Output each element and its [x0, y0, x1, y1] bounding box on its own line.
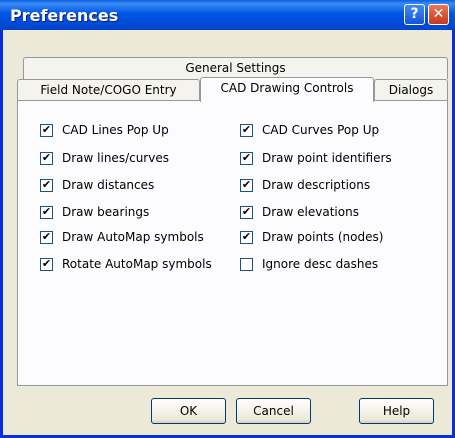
close-title-button[interactable]: ✕	[428, 4, 449, 25]
option-draw-distances[interactable]: ✔ Draw distances	[40, 177, 154, 193]
checkbox[interactable]: ✔	[40, 204, 53, 219]
tab-cad-drawing-controls[interactable]: CAD Drawing Controls	[200, 77, 374, 102]
option-draw-elevations[interactable]: ✔ Draw elevations	[240, 204, 359, 220]
checkbox[interactable]	[240, 257, 253, 271]
help-title-button[interactable]: ?	[404, 4, 425, 25]
option-label: Draw descriptions	[262, 178, 371, 192]
help-button[interactable]: Help	[359, 398, 434, 424]
checkbox[interactable]: ✔	[240, 150, 253, 165]
tab-field-note-cogo-entry[interactable]: Field Note/COGO Entry	[17, 79, 200, 101]
option-label: Draw points (nodes)	[262, 230, 384, 244]
help-icon: ?	[410, 6, 419, 22]
checkbox[interactable]: ✔	[240, 229, 253, 244]
checkbox[interactable]: ✔	[40, 229, 53, 244]
option-ignore-desc-dashes[interactable]: Ignore desc dashes	[240, 256, 378, 272]
option-label: Rotate AutoMap symbols	[62, 257, 212, 271]
option-label: Draw AutoMap symbols	[62, 230, 204, 244]
check-icon: ✔	[241, 177, 252, 191]
check-icon: ✔	[41, 150, 52, 164]
checkbox[interactable]: ✔	[240, 204, 253, 219]
check-icon: ✔	[41, 204, 52, 218]
option-cad-curves-pop-up[interactable]: ✔ CAD Curves Pop Up	[240, 122, 379, 138]
close-icon: ✕	[432, 6, 445, 22]
check-icon: ✔	[241, 229, 252, 243]
checkbox[interactable]: ✔	[240, 177, 253, 192]
checkbox[interactable]: ✔	[40, 150, 53, 165]
cancel-button[interactable]: Cancel	[236, 398, 311, 424]
option-label: CAD Lines Pop Up	[62, 123, 169, 137]
check-icon: ✔	[241, 204, 252, 218]
ok-button[interactable]: OK	[151, 398, 226, 424]
option-label: Ignore desc dashes	[262, 257, 379, 271]
tab-dialogs[interactable]: Dialogs	[374, 79, 448, 101]
checkbox[interactable]: ✔	[40, 256, 53, 271]
option-label: Draw elevations	[262, 205, 359, 219]
window-title: Preferences	[10, 6, 119, 25]
check-icon: ✔	[41, 229, 52, 243]
title-bar[interactable]: Preferences ? ✕	[0, 0, 455, 30]
option-draw-point-identifiers[interactable]: ✔ Draw point identifiers	[240, 150, 392, 166]
check-icon: ✔	[41, 122, 52, 136]
option-label: Draw distances	[62, 178, 155, 192]
option-draw-automap-symbols[interactable]: ✔ Draw AutoMap symbols	[40, 229, 204, 245]
option-label: Draw lines/curves	[62, 151, 169, 165]
option-draw-descriptions[interactable]: ✔ Draw descriptions	[240, 177, 370, 193]
option-label: CAD Curves Pop Up	[262, 123, 380, 137]
preferences-window: Preferences ? ✕ General Settings Field N…	[0, 0, 455, 438]
check-icon: ✔	[41, 256, 52, 270]
checkbox[interactable]: ✔	[40, 122, 53, 137]
option-draw-bearings[interactable]: ✔ Draw bearings	[40, 204, 149, 220]
option-label: Draw bearings	[62, 205, 150, 219]
tab-general-settings[interactable]: General Settings	[23, 57, 448, 79]
check-icon: ✔	[241, 122, 252, 136]
check-icon: ✔	[241, 150, 252, 164]
checkbox[interactable]: ✔	[240, 122, 253, 137]
check-icon: ✔	[41, 177, 52, 191]
option-draw-points-nodes[interactable]: ✔ Draw points (nodes)	[240, 229, 383, 245]
checkbox[interactable]: ✔	[40, 177, 53, 192]
option-cad-lines-pop-up[interactable]: ✔ CAD Lines Pop Up	[40, 122, 169, 138]
option-label: Draw point identifiers	[262, 151, 392, 165]
option-rotate-automap-symbols[interactable]: ✔ Rotate AutoMap symbols	[40, 256, 212, 272]
option-draw-lines-curves[interactable]: ✔ Draw lines/curves	[40, 150, 169, 166]
